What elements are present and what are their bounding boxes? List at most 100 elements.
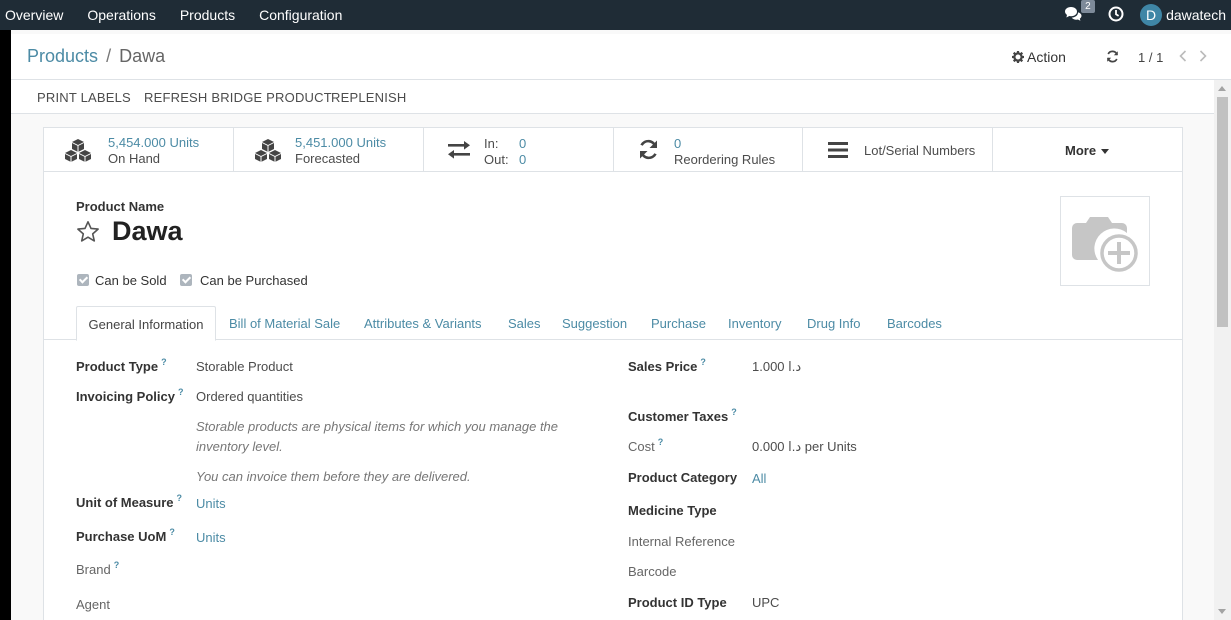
internal-reference-label: Internal Reference [628, 534, 735, 549]
on-hand-value: 5,454.000 Units [108, 135, 200, 150]
reordering-rules-label: Reordering Rules [674, 152, 776, 167]
pager-previous-button[interactable] [1178, 49, 1188, 66]
menu-overview[interactable]: Overview [0, 0, 75, 30]
caret-down-icon [1101, 149, 1109, 154]
invoicing-policy-field[interactable]: Ordered quantities [196, 389, 303, 404]
pager-next-button[interactable] [1198, 49, 1208, 66]
unit-of-measure-field[interactable]: Units [196, 496, 226, 511]
sales-price-field[interactable]: 1.000 د.ا [752, 359, 801, 375]
invoice-help-text: You can invoice them before they are del… [196, 469, 471, 484]
more-dropdown[interactable]: More [993, 128, 1182, 172]
smart-button-box: 5,454.000 Units On Hand 5,451.000 Units … [44, 128, 1182, 172]
forecasted-button[interactable]: 5,451.000 Units Forecasted [234, 128, 424, 172]
product-image[interactable] [1060, 196, 1150, 286]
clock-icon [1108, 6, 1124, 21]
menu-products[interactable]: Products [168, 0, 247, 30]
gear-icon [1012, 51, 1024, 63]
in-out-button[interactable]: In: 0 Out: 0 [424, 128, 614, 172]
notebook-tabs: General Information Bill of Material Sal… [44, 306, 1182, 341]
can-be-purchased-label[interactable]: Can be Purchased [200, 273, 308, 288]
control-panel: Products / Dawa Action 1 / 1 [11, 34, 1231, 80]
tab-bill-of-material-sale[interactable]: Bill of Material Sale [229, 316, 340, 331]
brand-label: Brand? [76, 560, 120, 577]
breadcrumb-parent[interactable]: Products [27, 46, 98, 66]
breadcrumb: Products / Dawa [27, 46, 165, 67]
tab-barcodes[interactable]: Barcodes [887, 316, 942, 331]
lot-serial-numbers-button[interactable]: Lot/Serial Numbers [803, 128, 993, 172]
product-category-field[interactable]: All [752, 471, 766, 486]
tab-suggestion[interactable]: Suggestion [562, 316, 627, 331]
chevron-left-icon [1179, 50, 1187, 62]
product-type-field[interactable]: Storable Product [196, 359, 293, 374]
help-mark: ? [731, 407, 737, 417]
menu-operations[interactable]: Operations [75, 0, 167, 30]
star-icon[interactable] [76, 220, 100, 244]
scrollbar[interactable] [1214, 80, 1231, 620]
can-be-sold-label[interactable]: Can be Sold [95, 273, 167, 288]
storable-help-text: Storable products are physical items for… [196, 419, 559, 454]
reordering-rules-count: 0 [674, 136, 682, 151]
replenish-button[interactable]: REPLENISH [331, 90, 407, 105]
messaging-menu[interactable]: 2 [1064, 0, 1095, 25]
scroll-down-arrow-icon[interactable] [1218, 609, 1226, 614]
help-mark: ? [169, 527, 175, 537]
refresh-icon [640, 139, 657, 160]
agent-label: Agent [76, 597, 110, 612]
customer-taxes-label: Customer Taxes? [628, 407, 737, 424]
action-button[interactable]: Action [1012, 49, 1066, 65]
tab-sales[interactable]: Sales [508, 316, 541, 331]
print-labels-button[interactable]: PRINT LABELS [37, 90, 131, 105]
tab-inventory[interactable]: Inventory [728, 316, 781, 331]
out-label: Out: [484, 152, 509, 167]
on-hand-button[interactable]: 5,454.000 Units On Hand [44, 128, 234, 172]
help-mark: ? [177, 387, 184, 397]
activity-menu[interactable] [1108, 6, 1124, 25]
cubes-icon [255, 139, 281, 162]
form-sheet: 5,454.000 Units On Hand 5,451.000 Units … [43, 127, 1183, 620]
cost-field[interactable]: 0.000 د.ا per Units [752, 439, 857, 455]
bars-icon [828, 142, 848, 158]
in-label: In: [484, 136, 499, 151]
chat-count-badge: 2 [1081, 0, 1095, 13]
breadcrumb-separator: / [106, 46, 112, 66]
chat-icon [1065, 6, 1082, 21]
tab-purchase[interactable]: Purchase [651, 316, 706, 331]
product-category-label: Product Category [628, 470, 738, 485]
username[interactable]: dawatech [1166, 7, 1226, 23]
lot-serial-numbers-label: Lot/Serial Numbers [864, 143, 976, 158]
help-mark: ? [657, 437, 664, 447]
help-mark: ? [176, 493, 183, 503]
product-id-type-label: Product ID Type [628, 595, 727, 610]
purchase-uom-label: Purchase UoM? [76, 527, 175, 544]
help-mark: ? [113, 560, 120, 570]
product-id-type-field[interactable]: UPC [752, 595, 779, 610]
product-name[interactable]: Dawa [112, 216, 183, 247]
on-hand-label: On Hand [108, 151, 161, 166]
pager-value[interactable]: 1 / 1 [1138, 50, 1163, 65]
tab-general-information[interactable]: General Information [76, 306, 216, 341]
purchase-uom-field[interactable]: Units [196, 530, 226, 545]
main-menu: Overview Operations Products Configurati… [0, 0, 354, 30]
chevron-right-icon [1199, 50, 1207, 62]
scroll-thumb[interactable] [1217, 97, 1228, 327]
reload-button[interactable] [1106, 50, 1119, 66]
breadcrumb-current: Dawa [119, 46, 166, 66]
menu-configuration[interactable]: Configuration [247, 0, 354, 30]
can-be-sold-checkbox[interactable] [77, 274, 89, 286]
refresh-icon [1107, 50, 1118, 63]
refresh-bridge-product-button[interactable]: REFRESH BRIDGE PRODUCT [144, 90, 332, 105]
forecasted-label: Forecasted [295, 151, 361, 166]
avatar[interactable]: D [1140, 4, 1163, 26]
tab-drug-info[interactable]: Drug Info [807, 316, 860, 331]
help-mark: ? [161, 357, 167, 367]
systray: 2 D dawatech [1064, 0, 1231, 30]
top-navbar: Overview Operations Products Configurati… [0, 0, 1231, 30]
scroll-up-arrow-icon[interactable] [1218, 86, 1226, 91]
help-mark: ? [700, 357, 706, 367]
cubes-icon [65, 139, 91, 162]
tab-attributes-variants[interactable]: Attributes & Variants [364, 316, 482, 331]
product-type-label: Product Type? [76, 357, 167, 374]
barcode-label: Barcode [628, 564, 677, 579]
can-be-purchased-checkbox[interactable] [180, 274, 192, 286]
reordering-rules-button[interactable]: 0 Reordering Rules [614, 128, 803, 172]
